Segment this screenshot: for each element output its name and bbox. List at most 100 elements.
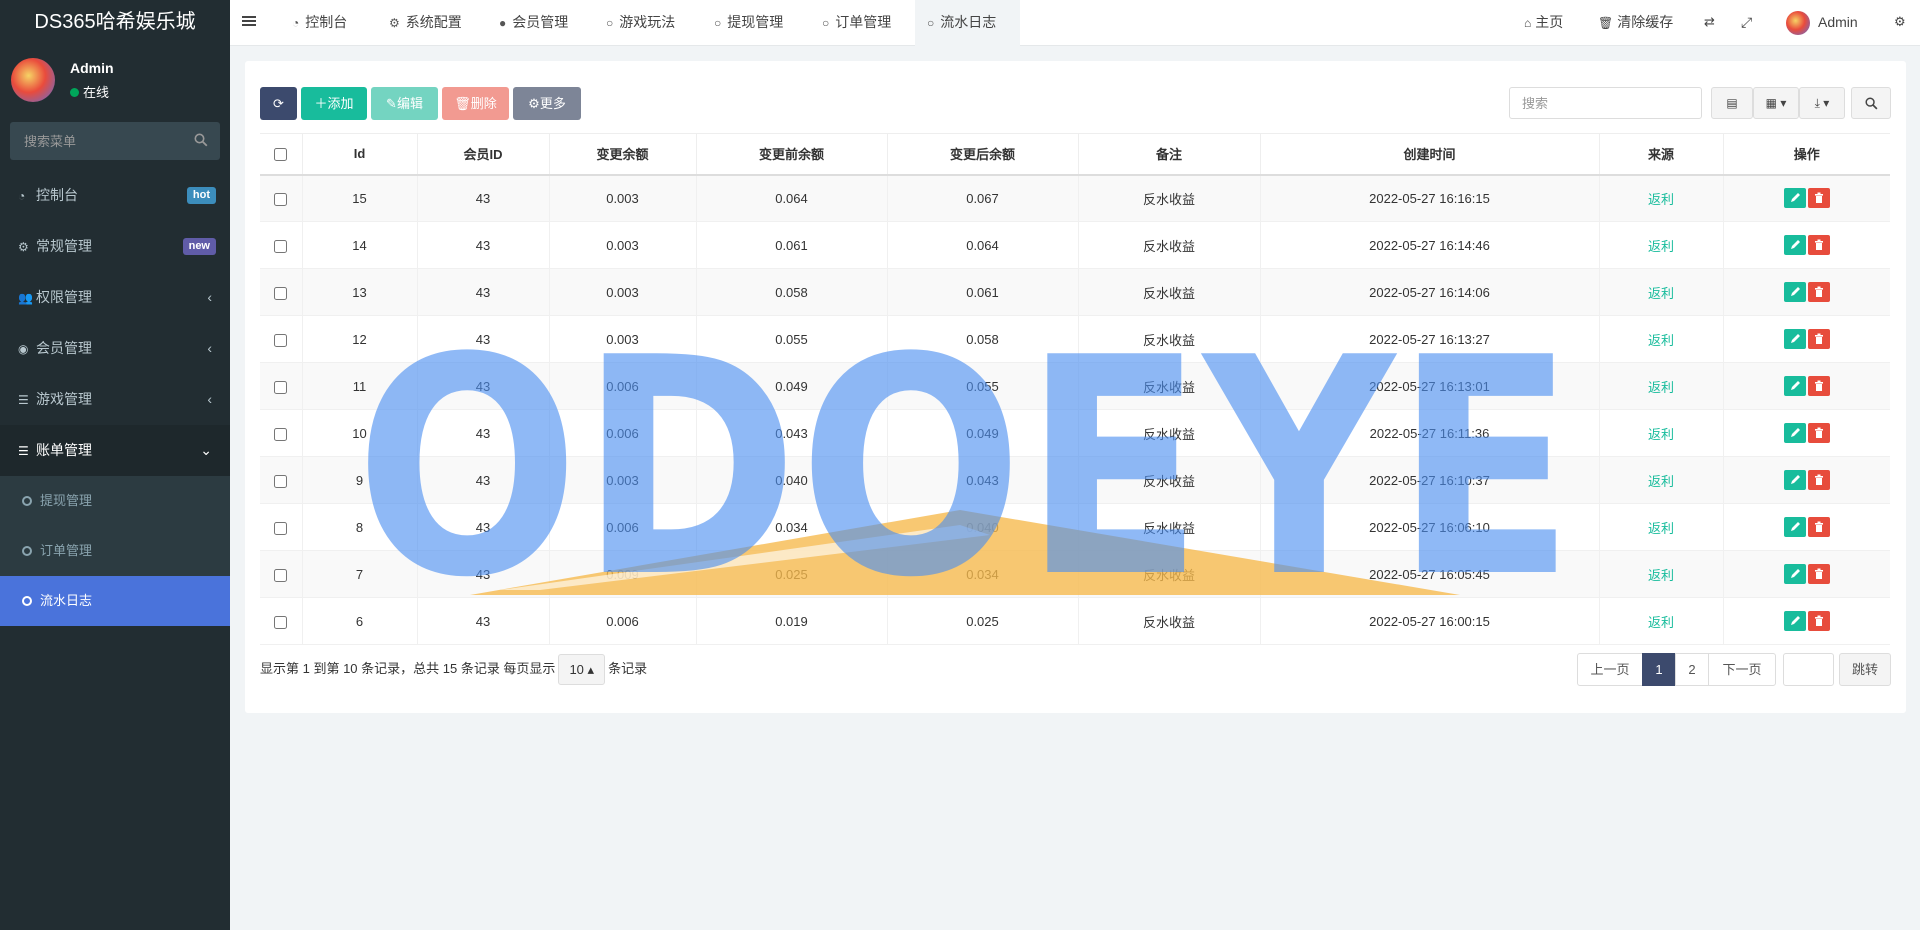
columns-button[interactable]: ▦ ▾ (1753, 87, 1799, 119)
source-link[interactable]: 返利 (1599, 362, 1724, 410)
row-checkbox[interactable] (274, 286, 288, 300)
prev-page-button[interactable]: 上一页 (1577, 653, 1643, 686)
source-link[interactable]: 返利 (1599, 315, 1724, 363)
sidebar-subitem-flow-log[interactable]: 流水日志 (0, 576, 230, 626)
translate-icon[interactable]: ⇄ (1704, 0, 1715, 46)
delete-row-button[interactable] (1807, 329, 1830, 349)
jump-page-input[interactable] (1783, 653, 1834, 686)
edit-row-button[interactable] (1783, 611, 1806, 631)
row-checkbox[interactable] (274, 239, 288, 253)
sidebar-subitem-withdraw[interactable]: 提现管理 (0, 476, 230, 526)
row-checkbox[interactable] (274, 615, 288, 629)
source-link[interactable]: 返利 (1599, 550, 1724, 598)
table-row[interactable]: 14 43 0.003 0.061 0.064 反水收益 2022-05-27 16:14:… (260, 221, 1890, 269)
export-button[interactable]: ⤓ ▾ (1799, 87, 1845, 119)
sidebar-item-games[interactable]: ☰ 游戏管理 ‹ (0, 374, 230, 425)
edit-row-button[interactable] (1783, 517, 1806, 537)
home-link[interactable]: ⌂ 主页 (1524, 0, 1563, 46)
row-checkbox[interactable] (274, 521, 288, 535)
page-1-button[interactable]: 1 (1642, 653, 1676, 686)
delete-row-button[interactable] (1807, 188, 1830, 209)
advanced-search-button[interactable] (1851, 87, 1891, 119)
fullscreen-icon[interactable]: ⤢ (1741, 0, 1752, 46)
page-2-button[interactable]: 2 (1675, 653, 1709, 686)
table-row[interactable]: 10 43 0.006 0.043 0.049 反水收益 2022-05-27 16:11:… (260, 409, 1890, 457)
tab-orders[interactable]: ○ 订单管理 (810, 0, 903, 46)
tab-withdraw[interactable]: ○ 提现管理 (702, 0, 795, 46)
source-link[interactable]: 返利 (1599, 268, 1724, 316)
delete-row-button[interactable] (1807, 564, 1830, 584)
sidebar-item-general[interactable]: ⚙ 常规管理 new (0, 221, 230, 272)
add-button[interactable]: ＋添加 (301, 87, 367, 120)
table-row[interactable]: 8 43 0.006 0.034 0.040 反水收益 2022-05-27 16:06:1… (260, 503, 1890, 551)
column-header[interactable]: 备注 (1078, 133, 1261, 176)
settings-cogs-icon[interactable]: ⚙ (1894, 0, 1906, 46)
table-search-input[interactable] (1509, 87, 1702, 119)
column-header[interactable]: 变更后余额 (887, 133, 1079, 176)
edit-row-button[interactable] (1783, 423, 1806, 443)
edit-row-button[interactable] (1783, 188, 1806, 209)
column-header[interactable]: 会员ID (417, 133, 550, 176)
delete-row-button[interactable] (1807, 517, 1830, 537)
refresh-button[interactable]: ⟳ (260, 87, 297, 120)
delete-row-button[interactable] (1807, 282, 1830, 302)
sidebar-item-dashboard[interactable]: ◔ 控制台 hot (0, 170, 230, 221)
page-size-select[interactable]: 10 ▴ (558, 654, 606, 685)
row-checkbox[interactable] (274, 380, 288, 394)
sidebar-item-permissions[interactable]: 👥 权限管理 ‹ (0, 272, 230, 323)
edit-row-button[interactable] (1783, 329, 1806, 349)
sidebar-subitem-orders[interactable]: 订单管理 (0, 526, 230, 576)
table-row[interactable]: 12 43 0.003 0.055 0.058 反水收益 2022-05-27 16:13:… (260, 315, 1890, 363)
table-row[interactable]: 7 43 0.009 0.025 0.034 反水收益 2022-05-27 16:05:4… (260, 550, 1890, 598)
column-header[interactable]: 创建时间 (1260, 133, 1600, 176)
delete-row-button[interactable] (1807, 235, 1830, 255)
column-header[interactable]: Id (302, 133, 418, 176)
row-checkbox[interactable] (274, 427, 288, 441)
edit-row-button[interactable] (1783, 282, 1806, 302)
next-page-button[interactable]: 下一页 (1708, 653, 1776, 686)
tab-members[interactable]: ● 会员管理 (487, 0, 580, 46)
table-row[interactable]: 9 43 0.003 0.040 0.043 反水收益 2022-05-27 16:10:3… (260, 456, 1890, 504)
table-row[interactable]: 6 43 0.006 0.019 0.025 反水收益 2022-05-27 16:00:1… (260, 597, 1890, 645)
table-row[interactable]: 11 43 0.006 0.049 0.055 反水收益 2022-05-27 16:13:… (260, 362, 1890, 410)
row-checkbox[interactable] (274, 192, 288, 206)
row-checkbox[interactable] (274, 333, 288, 347)
table-row[interactable]: 15 43 0.003 0.064 0.067 反水收益 2022-05-27 16:16:… (260, 174, 1890, 222)
source-link[interactable]: 返利 (1599, 503, 1724, 551)
sidebar-item-billing[interactable]: ☰ 账单管理 ⌄ (0, 425, 230, 476)
select-all-checkbox[interactable] (274, 148, 288, 162)
delete-button[interactable]: 🗑删除 (442, 87, 509, 120)
app-logo[interactable]: DS365哈希娱乐城 (0, 0, 230, 46)
admin-menu[interactable]: Admin (1786, 0, 1858, 46)
edit-row-button[interactable] (1783, 376, 1806, 396)
delete-row-button[interactable] (1807, 470, 1830, 490)
tab-system-config[interactable]: ⚙ 系统配置 (377, 0, 474, 46)
source-link[interactable]: 返利 (1599, 174, 1724, 222)
tab-flow-log[interactable]: ○ 流水日志 (915, 0, 1020, 46)
jump-button[interactable]: 跳转 (1839, 653, 1891, 686)
tab-dashboard[interactable]: ◔ 控制台 (280, 0, 359, 46)
source-link[interactable]: 返利 (1599, 221, 1724, 269)
edit-row-button[interactable] (1783, 235, 1806, 255)
more-button[interactable]: ⚙更多 (513, 87, 581, 120)
column-header[interactable]: 变更余额 (549, 133, 697, 176)
column-header[interactable]: 变更前余额 (696, 133, 888, 176)
source-link[interactable]: 返利 (1599, 456, 1724, 504)
edit-row-button[interactable] (1783, 470, 1806, 490)
source-link[interactable]: 返利 (1599, 597, 1724, 645)
column-header[interactable]: 来源 (1599, 133, 1724, 176)
source-link[interactable]: 返利 (1599, 409, 1724, 457)
tab-game-rules[interactable]: ○ 游戏玩法 (594, 0, 687, 46)
delete-row-button[interactable] (1807, 611, 1830, 631)
delete-row-button[interactable] (1807, 423, 1830, 443)
menu-search-input[interactable] (10, 122, 220, 160)
toggle-view-button[interactable]: ▤ (1711, 87, 1753, 119)
row-checkbox[interactable] (274, 474, 288, 488)
menu-toggle-icon[interactable] (242, 14, 256, 28)
delete-row-button[interactable] (1807, 376, 1830, 396)
row-checkbox[interactable] (274, 568, 288, 582)
search-icon[interactable] (194, 133, 208, 147)
edit-button[interactable]: ✎编辑 (371, 87, 438, 120)
edit-row-button[interactable] (1783, 564, 1806, 584)
sidebar-item-members[interactable]: ◉ 会员管理 ‹ (0, 323, 230, 374)
